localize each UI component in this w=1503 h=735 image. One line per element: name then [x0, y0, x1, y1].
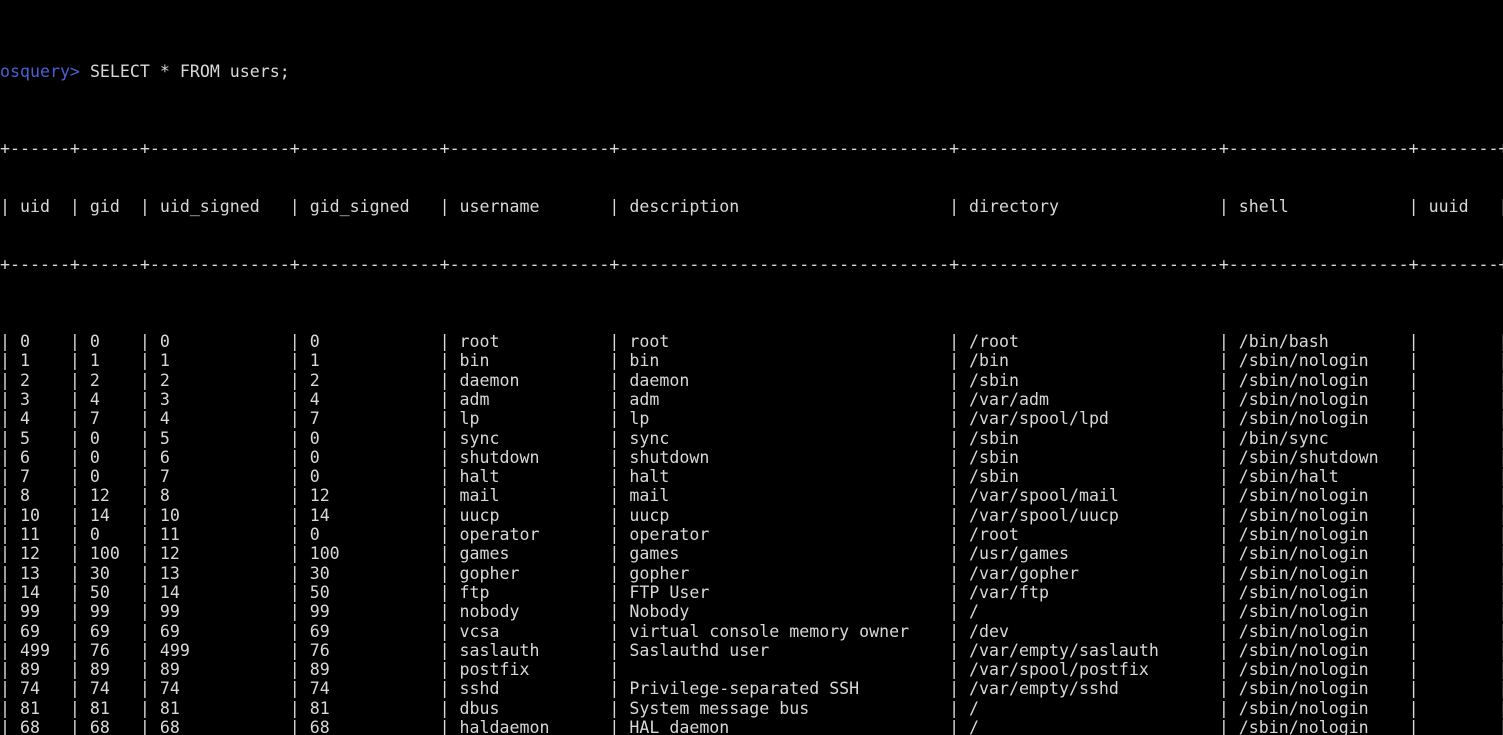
table-row: | 1 | 1 | 1 | 1 | bin | bin | /bin | /sb… [0, 351, 1503, 371]
table-row: | 6 | 0 | 6 | 0 | shutdown | shutdown | … [0, 447, 1503, 467]
table-row: | 11 | 0 | 11 | 0 | operator | operator … [0, 525, 1503, 545]
table-row: | 74 | 74 | 74 | 74 | sshd | Privilege-s… [0, 679, 1503, 699]
prompt-label: osquery> [0, 61, 80, 81]
table-row: | 4 | 7 | 4 | 7 | lp | lp | /var/spool/l… [0, 409, 1503, 429]
table-row: | 2 | 2 | 2 | 2 | daemon | daemon | /sbi… [0, 370, 1503, 390]
table-row: | 69 | 69 | 69 | 69 | vcsa | virtual con… [0, 621, 1503, 641]
terminal-window[interactable]: osquery> SELECT * FROM users; +------+--… [0, 0, 1503, 735]
table-row: | 3 | 4 | 3 | 4 | adm | adm | /var/adm |… [0, 389, 1503, 409]
table-row: | 14 | 50 | 14 | 50 | ftp | FTP User | /… [0, 582, 1503, 602]
table-row: | 13 | 30 | 13 | 30 | gopher | gopher | … [0, 563, 1503, 583]
table-row: | 0 | 0 | 0 | 0 | root | root | /root | … [0, 332, 1503, 352]
command-query: SELECT * FROM users; [89, 61, 290, 81]
table-body: | 0 | 0 | 0 | 0 | root | root | /root | … [0, 332, 1503, 735]
table-top-border: +------+------+--------------+----------… [0, 139, 1503, 159]
table-header-row: | uid | gid | uid_signed | gid_signed | … [0, 196, 1503, 216]
table-row: | 12 | 100 | 12 | 100 | games | games | … [0, 544, 1503, 564]
table-row: | 10 | 14 | 10 | 14 | uucp | uucp | /var… [0, 505, 1503, 525]
command-text [80, 62, 90, 81]
table-row: | 99 | 99 | 99 | 99 | nobody | Nobody | … [0, 602, 1503, 622]
table-row: | 81 | 81 | 81 | 81 | dbus | System mess… [0, 698, 1503, 718]
table-row: | 5 | 0 | 5 | 0 | sync | sync | /sbin | … [0, 428, 1503, 448]
command-line: osquery> SELECT * FROM users; [0, 62, 1503, 81]
table-row: | 499 | 76 | 499 | 76 | saslauth | Sasla… [0, 640, 1503, 660]
table-row: | 8 | 12 | 8 | 12 | mail | mail | /var/s… [0, 486, 1503, 506]
table-row: | 68 | 68 | 68 | 68 | haldaemon | HAL da… [0, 717, 1503, 735]
table-row: | 89 | 89 | 89 | 89 | postfix | | /var/s… [0, 660, 1503, 680]
table-header-border: +------+------+--------------+----------… [0, 254, 1503, 274]
table-row: | 7 | 0 | 7 | 0 | halt | halt | /sbin | … [0, 467, 1503, 487]
